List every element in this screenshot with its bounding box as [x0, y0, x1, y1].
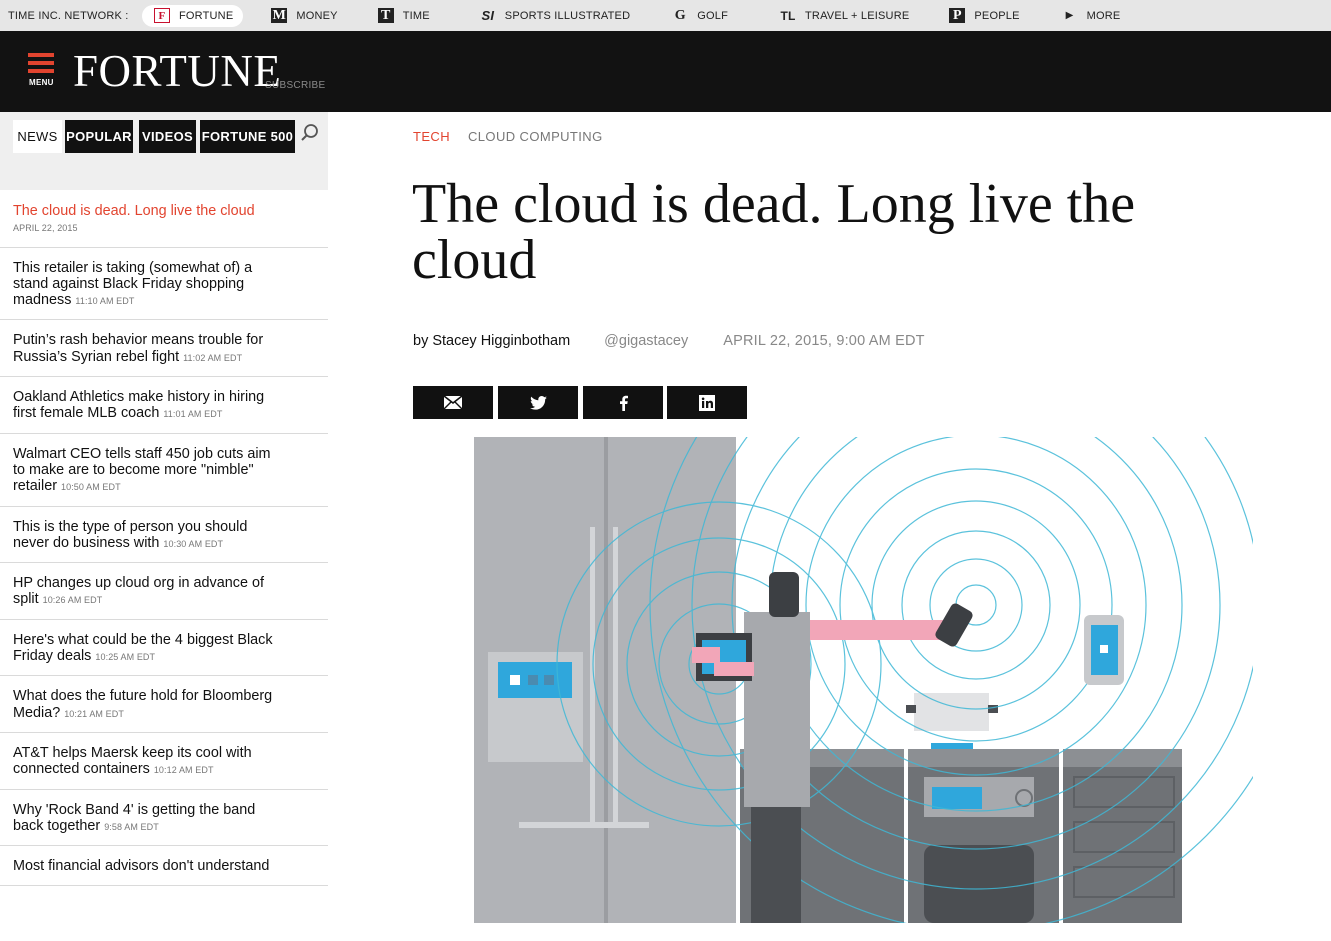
network-link-more[interactable]: ▶ MORE — [1050, 5, 1131, 27]
network-link-travel-leisure[interactable]: TL TRAVEL + LEISURE — [768, 5, 919, 27]
list-item[interactable]: Here's what could be the 4 biggest Black… — [0, 620, 328, 677]
share-linkedin-button[interactable] — [667, 386, 747, 419]
subscribe-link[interactable]: SUBSCRIBE — [265, 80, 326, 91]
tab-fortune-500[interactable]: FORTUNE 500 — [200, 120, 295, 153]
list-item-title: Walmart CEO tells staff 450 job cuts aim… — [13, 445, 271, 495]
list-item-time: APRIL 22, 2015 — [13, 223, 78, 234]
hamburger-icon — [28, 69, 54, 73]
list-item-time: 11:02 AM EDT — [183, 352, 243, 363]
category-link[interactable]: TECH — [413, 129, 450, 144]
sports-illustrated-icon: SI — [481, 8, 495, 23]
twitter-handle-link[interactable]: @gigastacey — [604, 333, 688, 349]
list-item[interactable]: This is the type of person you should ne… — [0, 507, 328, 564]
tab-news[interactable]: NEWS — [13, 120, 62, 153]
network-link-sports-illustrated[interactable]: SI SPORTS ILLUSTRATED — [468, 5, 640, 27]
network-link-fortune[interactable]: F FORTUNE — [142, 4, 244, 27]
share-facebook-button[interactable] — [583, 386, 663, 419]
list-item-time: 10:30 AM EDT — [163, 538, 224, 549]
twitter-icon — [529, 395, 547, 410]
list-item[interactable]: Walmart CEO tells staff 450 job cuts aim… — [0, 434, 328, 507]
network-link-time[interactable]: T TIME — [366, 5, 440, 27]
tab-videos[interactable]: VIDEOS — [139, 120, 196, 153]
list-item[interactable]: Most financial advisors don't understand — [0, 846, 328, 887]
list-item-time: 10:12 AM EDT — [153, 765, 214, 776]
share-email-button[interactable] — [413, 386, 493, 419]
fortune-logo[interactable]: FORTUNE — [73, 47, 281, 95]
list-item-time: 9:58 AM EDT — [104, 821, 159, 832]
golf-icon: G — [674, 7, 686, 23]
list-item-title: AT&T helps Maersk keep its cool with con… — [13, 744, 252, 778]
network-link-label: GOLF — [697, 9, 728, 22]
list-item[interactable]: The cloud is dead. Long live the cloud A… — [0, 190, 328, 248]
news-list: The cloud is dead. Long live the cloud A… — [0, 190, 328, 887]
publish-date: APRIL 22, 2015, 9:00 AM EDT — [723, 333, 925, 349]
list-item[interactable]: Putin’s rash behavior means trouble for … — [0, 320, 328, 378]
network-link-label: PEOPLE — [974, 9, 1020, 22]
article-illustration — [474, 437, 1253, 923]
list-item-time: 10:25 AM EDT — [95, 652, 156, 663]
time-icon: T — [377, 8, 394, 23]
network-label: TIME INC. NETWORK : — [8, 9, 129, 22]
list-item[interactable]: AT&T helps Maersk keep its cool with con… — [0, 733, 328, 790]
sidebar-tabs: NEWS POPULAR VIDEOS FORTUNE 500 — [0, 112, 328, 190]
fortune-icon: F — [154, 8, 170, 23]
list-item-title: What does the future hold for Bloomberg … — [13, 688, 273, 721]
list-item-title: The cloud is dead. Long live the cloud — [13, 203, 255, 219]
travel-leisure-icon: TL — [780, 8, 796, 23]
news-sidebar: NEWS POPULAR VIDEOS FORTUNE 500 The clou… — [0, 112, 328, 941]
people-icon: P — [949, 8, 966, 23]
network-link-label: MORE — [1086, 9, 1121, 22]
network-link-label: FORTUNE — [179, 9, 234, 22]
list-item-title: Oakland Athletics make history in hiring… — [13, 389, 265, 422]
site-header: MENU FORTUNE SUBSCRIBE — [0, 31, 1331, 112]
triangle-right-icon: ▶ — [1065, 10, 1074, 21]
network-link-label: SPORTS ILLUSTRATED — [504, 9, 631, 22]
list-item-time: 11:01 AM EDT — [163, 409, 223, 420]
network-link-golf[interactable]: G GOLF — [660, 5, 738, 27]
list-item[interactable]: This retailer is taking (somewhat of) a … — [0, 248, 328, 321]
list-item[interactable]: Why 'Rock Band 4' is getting the band ba… — [0, 790, 328, 847]
network-link-label: TIME — [402, 9, 430, 22]
author-link[interactable]: by Stacey Higginbotham — [413, 333, 570, 349]
list-item-time: 11:10 AM EDT — [75, 296, 135, 307]
list-item-time: 10:50 AM EDT — [61, 482, 121, 493]
hamburger-icon — [28, 53, 54, 57]
list-item-title: Most financial advisors don't understand — [13, 858, 270, 875]
network-link-people[interactable]: P PEOPLE — [937, 5, 1029, 27]
menu-button[interactable]: MENU — [28, 53, 55, 89]
hamburger-icon — [28, 61, 54, 65]
tab-popular[interactable]: POPULAR — [65, 120, 133, 153]
network-link-label: MONEY — [296, 9, 338, 22]
facebook-icon — [619, 395, 628, 411]
byline: by Stacey Higginbotham @gigastacey APRIL… — [413, 333, 925, 349]
list-item[interactable]: HP changes up cloud org in advance of sp… — [0, 563, 328, 620]
list-item-time: 10:26 AM EDT — [42, 595, 103, 606]
network-link-label: TRAVEL + LEISURE — [805, 9, 910, 22]
list-item[interactable]: Oakland Athletics make history in hiring… — [0, 377, 328, 434]
linkedin-icon — [699, 394, 715, 411]
network-link-money[interactable]: M MONEY — [259, 5, 347, 27]
menu-label: MENU — [29, 78, 54, 87]
email-icon — [444, 396, 462, 409]
breadcrumb: TECH CLOUD COMPUTING — [413, 129, 603, 144]
money-icon: M — [271, 7, 288, 23]
list-item-time: 10:21 AM EDT — [64, 708, 124, 719]
share-twitter-button[interactable] — [498, 386, 578, 419]
network-bar: TIME INC. NETWORK : F FORTUNE M MONEY T … — [0, 0, 1331, 31]
article-headline: The cloud is dead. Long live the cloud — [412, 173, 1136, 291]
subcategory-link[interactable]: CLOUD COMPUTING — [468, 129, 603, 144]
list-item[interactable]: What does the future hold for Bloomberg … — [0, 676, 328, 733]
search-icon[interactable] — [300, 123, 320, 143]
